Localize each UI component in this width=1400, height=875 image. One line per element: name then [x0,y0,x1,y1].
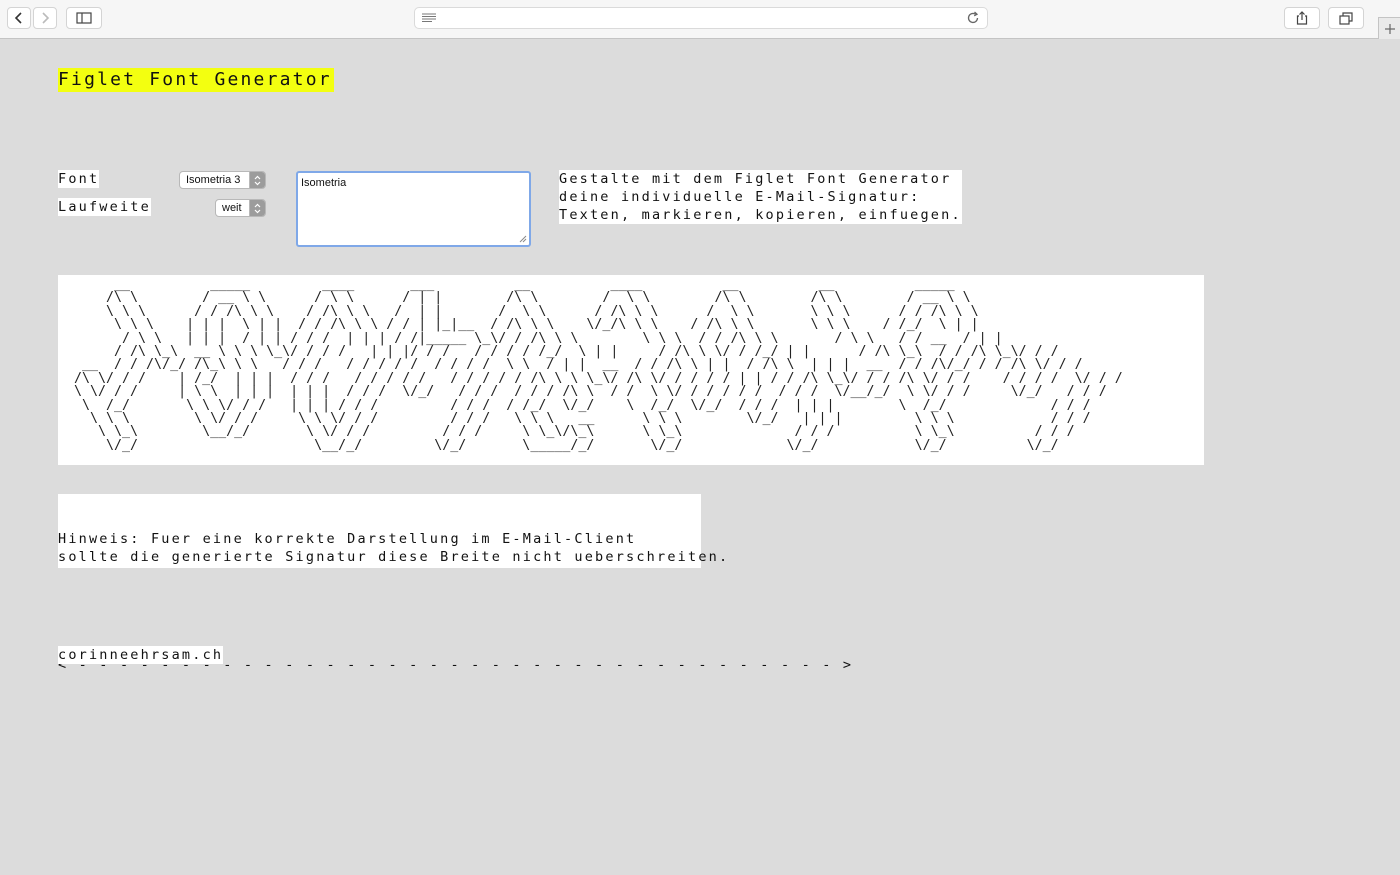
spacing-select-value: weit [222,202,242,214]
sidebar-button[interactable] [66,7,102,29]
font-select[interactable]: Isometria 3 [179,171,266,189]
ascii-art-output[interactable]: __ _____ ____ ___ __ ____ __ __ _____ /\… [66,278,1123,452]
forward-button[interactable] [33,7,57,29]
description-text: Gestalte mit dem Figlet Font Generator d… [559,170,962,224]
share-button[interactable] [1284,7,1320,29]
text-input-value: Isometria [301,177,347,189]
font-select-value: Isometria 3 [186,174,241,186]
hint-text: Hinweis: Fuer eine korrekte Darstellung … [58,531,730,565]
new-tab-button[interactable] [1378,17,1400,39]
ascii-output-panel[interactable]: __ _____ ____ ___ __ ____ __ __ _____ /\… [58,275,1204,465]
resize-grip-icon[interactable] [519,235,527,243]
back-button[interactable] [7,7,31,29]
address-bar[interactable] [414,7,988,29]
footer-link[interactable]: corinneehrsam.ch [58,646,224,664]
browser-toolbar [0,0,1400,39]
font-label: Font [58,170,100,188]
tabs-overview-button[interactable] [1328,7,1364,29]
page-title: Figlet Font Generator [58,68,334,92]
sidebar-icon [76,12,92,24]
reader-lines-icon[interactable] [422,13,436,23]
plus-icon [1384,23,1395,34]
spacing-select[interactable]: weit [215,199,266,217]
spacing-label: Laufweite [58,198,151,216]
chevron-right-icon [42,12,50,24]
text-input[interactable]: Isometria [296,171,531,247]
select-arrows-icon [249,172,265,188]
tabs-icon [1339,11,1353,25]
width-hint-box: Hinweis: Fuer eine korrekte Darstellung … [58,494,851,673]
reload-icon[interactable] [966,11,980,25]
select-arrows-icon [249,200,265,216]
share-icon [1296,11,1308,25]
chevron-left-icon [14,12,22,24]
